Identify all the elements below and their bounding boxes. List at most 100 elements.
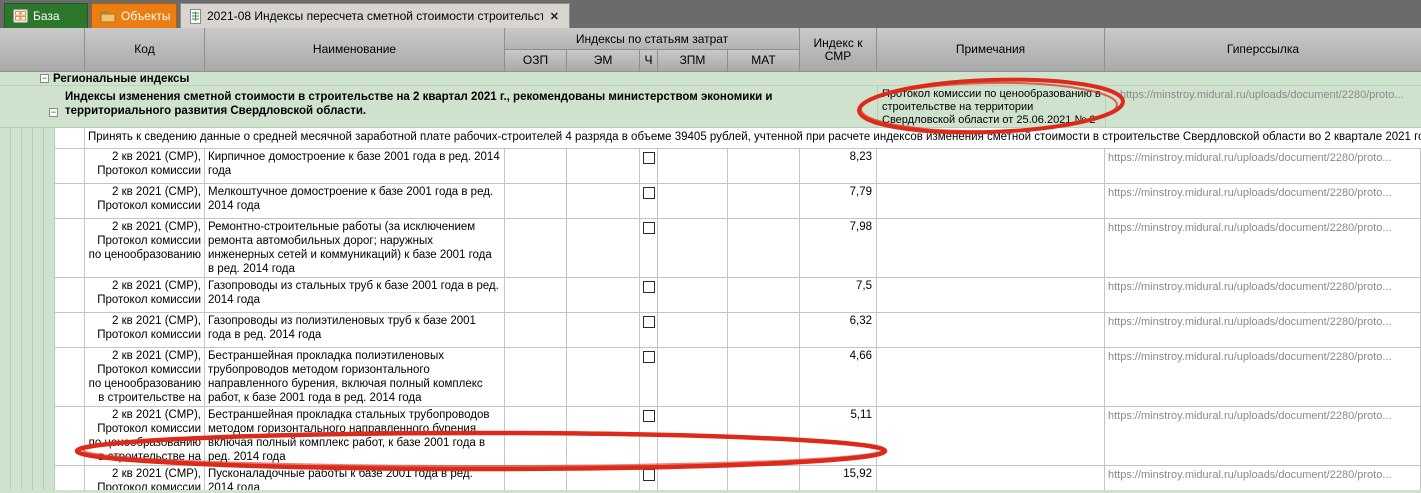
row-checkbox[interactable]	[642, 469, 655, 481]
row-name-cell[interactable]: Бестраншейная прокладка полиэтиленовых т…	[205, 348, 505, 407]
table-row[interactable]: 2 кв 2021 (СМР), Протокол комиссии Мелко…	[55, 184, 1421, 219]
row-code-cell[interactable]: 2 кв 2021 (СМР), Протокол комиссии	[85, 278, 205, 313]
row-selector-cell[interactable]	[55, 278, 85, 313]
row-name-cell[interactable]: Пусконаладочные работы к базе 2001 года …	[205, 466, 505, 493]
row-mat-cell[interactable]	[728, 407, 800, 466]
row-ch-cell[interactable]	[640, 184, 658, 219]
close-icon[interactable]: ✕	[548, 10, 561, 23]
header-smr-index[interactable]: Индекс к СМР	[800, 28, 877, 72]
row-smr-value[interactable]: 7,98	[800, 219, 877, 278]
row-checkbox[interactable]	[642, 152, 655, 164]
row-selector-cell[interactable]	[55, 407, 85, 466]
row-zpm-cell[interactable]	[658, 184, 728, 219]
header-zpm[interactable]: ЗПМ	[658, 50, 728, 72]
row-name-cell[interactable]: Газопроводы из стальных труб к базе 2001…	[205, 278, 505, 313]
row-zpm-cell[interactable]	[658, 219, 728, 278]
row-checkbox[interactable]	[642, 351, 655, 363]
row-name-cell[interactable]: Газопроводы из полиэтиленовых труб к баз…	[205, 313, 505, 348]
row-ozp-cell[interactable]	[505, 348, 567, 407]
row-smr-value[interactable]: 6,32	[800, 313, 877, 348]
row-mat-cell[interactable]	[728, 466, 800, 493]
row-code-cell[interactable]: 2 кв 2021 (СМР), Протокол комиссии	[85, 313, 205, 348]
row-ch-cell[interactable]	[640, 149, 658, 184]
row-ch-cell[interactable]	[640, 466, 658, 493]
table-row[interactable]: 2 кв 2021 (СМР), Протокол комиссии Газоп…	[55, 313, 1421, 348]
row-notes-cell[interactable]	[877, 466, 1105, 493]
row-notes-cell[interactable]	[877, 407, 1105, 466]
row-notes-cell[interactable]	[877, 149, 1105, 184]
row-mat-cell[interactable]	[728, 313, 800, 348]
row-hyperlink[interactable]: https://minstroy.midural.ru/uploads/docu…	[1105, 313, 1421, 348]
row-smr-value[interactable]: 7,5	[800, 278, 877, 313]
row-notes-cell[interactable]	[877, 184, 1105, 219]
row-smr-value[interactable]: 7,79	[800, 184, 877, 219]
table-row[interactable]: 2 кв 2021 (СМР), Протокол комиссии по це…	[55, 407, 1421, 466]
row-ch-cell[interactable]	[640, 407, 658, 466]
header-ch[interactable]: Ч	[640, 50, 658, 72]
row-em-cell[interactable]	[567, 149, 640, 184]
row-name-cell[interactable]: Кирпичное домостроение к базе 2001 года …	[205, 149, 505, 184]
row-ozp-cell[interactable]	[505, 149, 567, 184]
row-zpm-cell[interactable]	[658, 278, 728, 313]
table-row[interactable]: 2 кв 2021 (СМР), Протокол комиссии по це…	[55, 219, 1421, 278]
tab-baza[interactable]: База	[4, 3, 88, 28]
row-selector-cell[interactable]	[55, 184, 85, 219]
section-row-subsection[interactable]: − Индексы изменения сметной стоимости в …	[0, 86, 1421, 128]
row-code-cell[interactable]: 2 кв 2021 (СМР), Протокол комиссии	[85, 466, 205, 493]
header-hyperlink[interactable]: Гиперссылка	[1105, 28, 1421, 72]
row-checkbox[interactable]	[642, 410, 655, 422]
tab-objects[interactable]: Объекты	[91, 3, 177, 28]
row-ch-cell[interactable]	[640, 348, 658, 407]
row-checkbox[interactable]	[642, 316, 655, 328]
header-group-label[interactable]: Индексы по статьям затрат	[505, 28, 800, 50]
row-em-cell[interactable]	[567, 466, 640, 493]
row-smr-value[interactable]: 4,66	[800, 348, 877, 407]
row-notes-cell[interactable]	[877, 313, 1105, 348]
row-checkbox[interactable]	[642, 281, 655, 293]
row-name-cell[interactable]: Мелкоштучное домостроение к базе 2001 го…	[205, 184, 505, 219]
row-code-cell[interactable]: 2 кв 2021 (СМР), Протокол комиссии	[85, 184, 205, 219]
row-checkbox[interactable]	[642, 187, 655, 199]
row-ozp-cell[interactable]	[505, 466, 567, 493]
row-notes-cell[interactable]	[877, 278, 1105, 313]
collapse-icon[interactable]: −	[49, 108, 58, 117]
row-notes-cell[interactable]	[877, 348, 1105, 407]
row-code-cell[interactable]: 2 кв 2021 (СМР), Протокол комиссии по це…	[85, 219, 205, 278]
row-ozp-cell[interactable]	[505, 407, 567, 466]
table-row[interactable]: 2 кв 2021 (СМР), Протокол комиссии Кирпи…	[55, 149, 1421, 184]
row-zpm-cell[interactable]	[658, 466, 728, 493]
row-selector-cell[interactable]	[55, 219, 85, 278]
row-mat-cell[interactable]	[728, 348, 800, 407]
row-code-cell[interactable]: 2 кв 2021 (СМР), Протокол комиссии по це…	[85, 348, 205, 407]
row-zpm-cell[interactable]	[658, 407, 728, 466]
row-name-cell[interactable]: Бестраншейная прокладка стальных трубопр…	[205, 407, 505, 466]
row-smr-value[interactable]: 8,23	[800, 149, 877, 184]
row-hyperlink[interactable]: https://minstroy.midural.ru/uploads/docu…	[1105, 466, 1421, 493]
header-code[interactable]: Код	[85, 28, 205, 72]
row-em-cell[interactable]	[567, 219, 640, 278]
row-name-cell[interactable]: Ремонтно-строительные работы (за исключе…	[205, 219, 505, 278]
header-ozp[interactable]: ОЗП	[505, 50, 567, 72]
row-em-cell[interactable]	[567, 184, 640, 219]
row-code-cell[interactable]: 2 кв 2021 (СМР), Протокол комиссии	[85, 149, 205, 184]
row-zpm-cell[interactable]	[658, 149, 728, 184]
row-smr-value[interactable]: 5,11	[800, 407, 877, 466]
row-em-cell[interactable]	[567, 348, 640, 407]
row-em-cell[interactable]	[567, 407, 640, 466]
section-row-regional[interactable]: − Региональные индексы	[0, 72, 1421, 86]
row-code-cell[interactable]: 2 кв 2021 (СМР), Протокол комиссии по це…	[85, 407, 205, 466]
row-em-cell[interactable]	[567, 313, 640, 348]
row-em-cell[interactable]	[567, 278, 640, 313]
row-selector-cell[interactable]	[55, 128, 85, 148]
row-ozp-cell[interactable]	[505, 278, 567, 313]
row-smr-value[interactable]: 15,92	[800, 466, 877, 493]
row-hyperlink[interactable]: https://minstroy.midural.ru/uploads/docu…	[1105, 149, 1421, 184]
subsection-hyperlink[interactable]: https://minstroy.midural.ru/uploads/docu…	[1105, 86, 1421, 128]
row-selector-cell[interactable]	[55, 313, 85, 348]
row-hyperlink[interactable]: https://minstroy.midural.ru/uploads/docu…	[1105, 348, 1421, 407]
row-ozp-cell[interactable]	[505, 313, 567, 348]
row-hyperlink[interactable]: https://minstroy.midural.ru/uploads/docu…	[1105, 278, 1421, 313]
table-row[interactable]: 2 кв 2021 (СМР), Протокол комиссии по це…	[55, 348, 1421, 407]
row-ch-cell[interactable]	[640, 278, 658, 313]
row-notes-cell[interactable]	[877, 219, 1105, 278]
